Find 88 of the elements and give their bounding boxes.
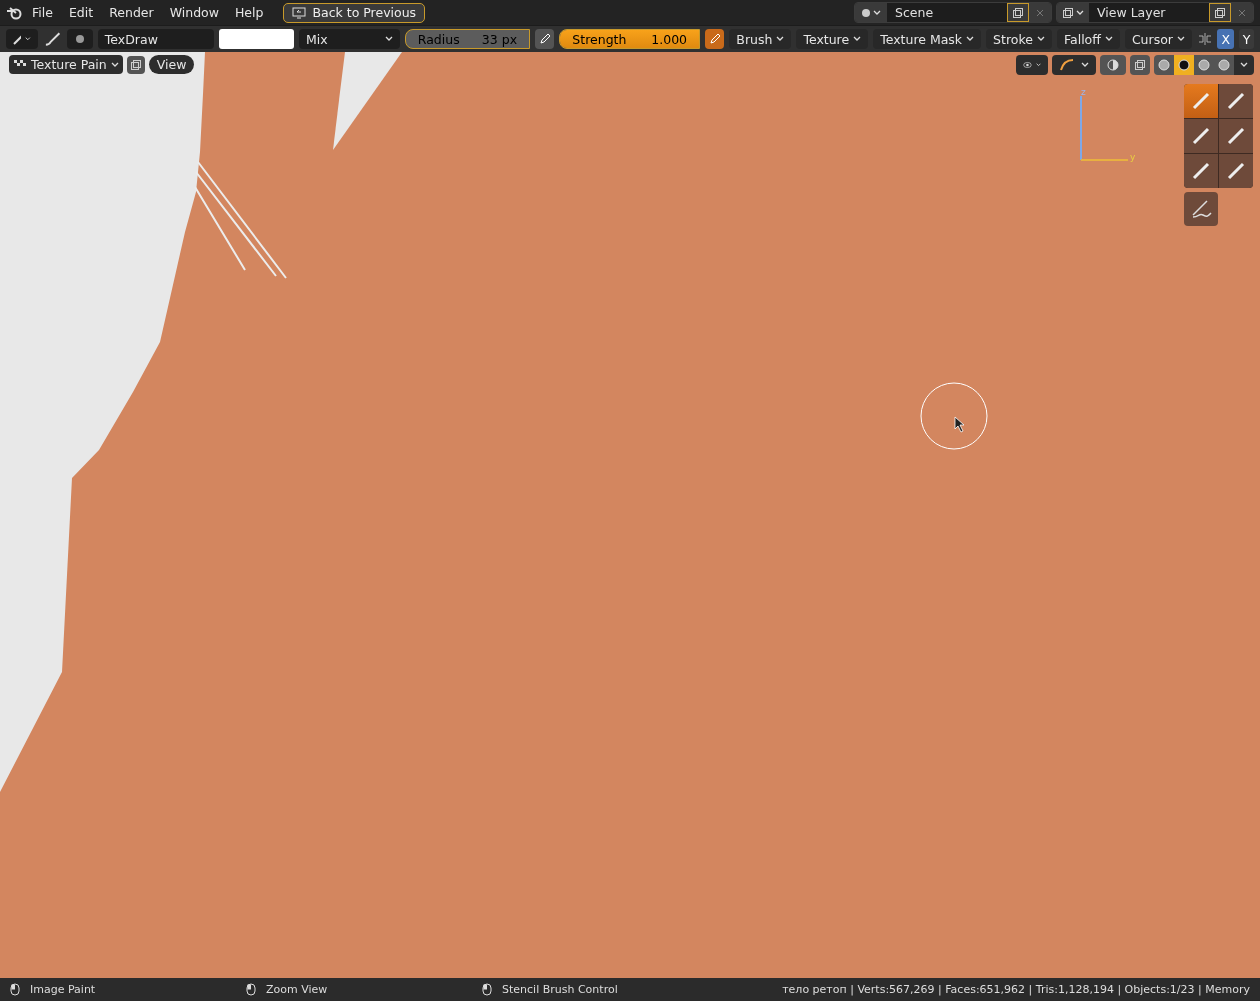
brush-name-field[interactable]: TexDraw [97,29,214,49]
caret-icon [966,36,975,42]
caret-icon [873,9,881,16]
mouse-icon [482,983,492,996]
viewport[interactable]: Texture Pain View z y [0,52,1260,978]
view-menu[interactable]: View [148,55,195,74]
pen-pressure-button[interactable] [535,29,555,49]
tool-settings-dropdown[interactable] [6,29,38,49]
caret-icon [110,61,119,68]
back-to-previous-button[interactable]: Back to Previous [283,2,426,23]
popover-dropdown[interactable]: Brush [729,29,792,49]
duplicate-icon [1214,6,1226,19]
color-swatch[interactable] [218,29,295,49]
scene-field[interactable]: Scene [887,3,1007,22]
menu-item[interactable]: Render [103,3,160,22]
paint-tool-icon[interactable] [1219,84,1253,118]
annotate-tool-icon[interactable] [1184,192,1218,226]
caret-icon [1076,9,1084,16]
paintbrush-icon[interactable] [43,31,63,47]
layers-icon [1062,6,1074,19]
paint-tool-icon[interactable] [1219,119,1253,153]
caret-icon [1104,36,1113,42]
strength-slider[interactable]: Strength 1.000 [559,29,701,49]
caret-icon [1176,36,1185,42]
duplicate-button[interactable] [1007,3,1029,22]
shading-mode-icon[interactable] [1174,55,1194,75]
caret-icon [1035,62,1041,68]
caret-icon [25,36,31,42]
gizmo-icon [1059,58,1075,72]
caret-icon [1240,62,1248,68]
menu-item[interactable]: Window [163,3,225,22]
layers-icon [129,58,142,71]
paint-tool-icon[interactable] [1184,154,1218,188]
view-layer-dropdown[interactable] [1057,3,1089,22]
monitor-icon [292,6,307,19]
menu-item[interactable]: File [26,3,59,22]
hint-label: Image Paint [30,983,96,996]
hint-label: Stencil Brush Control [502,983,618,996]
popover-dropdown[interactable]: Stroke [986,29,1052,49]
app-logo-icon[interactable] [6,5,22,20]
axis-toggle[interactable]: Y [1238,29,1254,49]
caret-icon [776,36,785,42]
popover-dropdown[interactable]: Falloff [1056,29,1120,49]
dot-icon [861,7,871,18]
menu-item[interactable]: Edit [62,3,100,22]
duplicate-icon [1012,6,1024,19]
mouse-icon [246,983,256,996]
xray-button[interactable] [1130,55,1150,75]
scene-selector[interactable]: Scene [854,2,1052,23]
pen-icon [708,33,721,45]
caret-icon [1036,36,1045,42]
scene-stats: тело ретоп | Verts:567,269 | Faces:651,962 | Tris:1,128,194 | Objects:1/23 | Memory [782,983,1250,996]
blend-mode-dropdown[interactable]: Mix [299,29,400,49]
mouse-icon [10,983,20,996]
visibility-dropdown[interactable] [1016,55,1048,75]
popover-dropdown[interactable]: Texture Mask [873,29,982,49]
gizmo-dropdown[interactable] [1052,55,1096,75]
eye-icon [1023,60,1032,70]
brush-tool-icon [13,33,22,45]
mode-dropdown[interactable]: Texture Pain [9,55,123,74]
hint-label: Zoom View [266,983,328,996]
pen-pressure-button[interactable] [705,29,725,49]
brush-preview-icon[interactable] [67,29,93,49]
close-icon [1238,8,1246,17]
pen-icon [538,33,551,45]
view-layer-selector[interactable]: View Layer [1056,2,1254,23]
xray-icon [1134,59,1146,71]
popover-dropdown[interactable]: Texture [796,29,869,49]
half-circle-icon [1107,59,1119,71]
brush-cursor-drawing [919,381,989,451]
axis-toggle[interactable]: X [1217,29,1234,49]
view-layer-field[interactable]: View Layer [1089,3,1209,22]
paint-tool-icon[interactable] [1184,84,1218,118]
overlay-button[interactable] [1100,55,1126,75]
caret-icon [1081,62,1089,68]
scene-dropdown[interactable] [855,3,887,22]
paint-tool-icon[interactable] [1219,154,1253,188]
menu-item[interactable]: Help [228,3,270,22]
sphere-icon [75,34,86,44]
popover-dropdown[interactable]: Cursor [1124,29,1192,49]
axis-gizmo-drawing: z y [1076,88,1140,164]
symmetry-icon[interactable] [1196,32,1213,46]
shading-dropdown[interactable] [1234,55,1254,75]
caret-icon [384,36,393,42]
duplicate-button[interactable] [1209,3,1231,22]
caret-icon [853,36,862,42]
paint-tool-icon[interactable] [1184,119,1218,153]
close-icon [1036,8,1044,17]
